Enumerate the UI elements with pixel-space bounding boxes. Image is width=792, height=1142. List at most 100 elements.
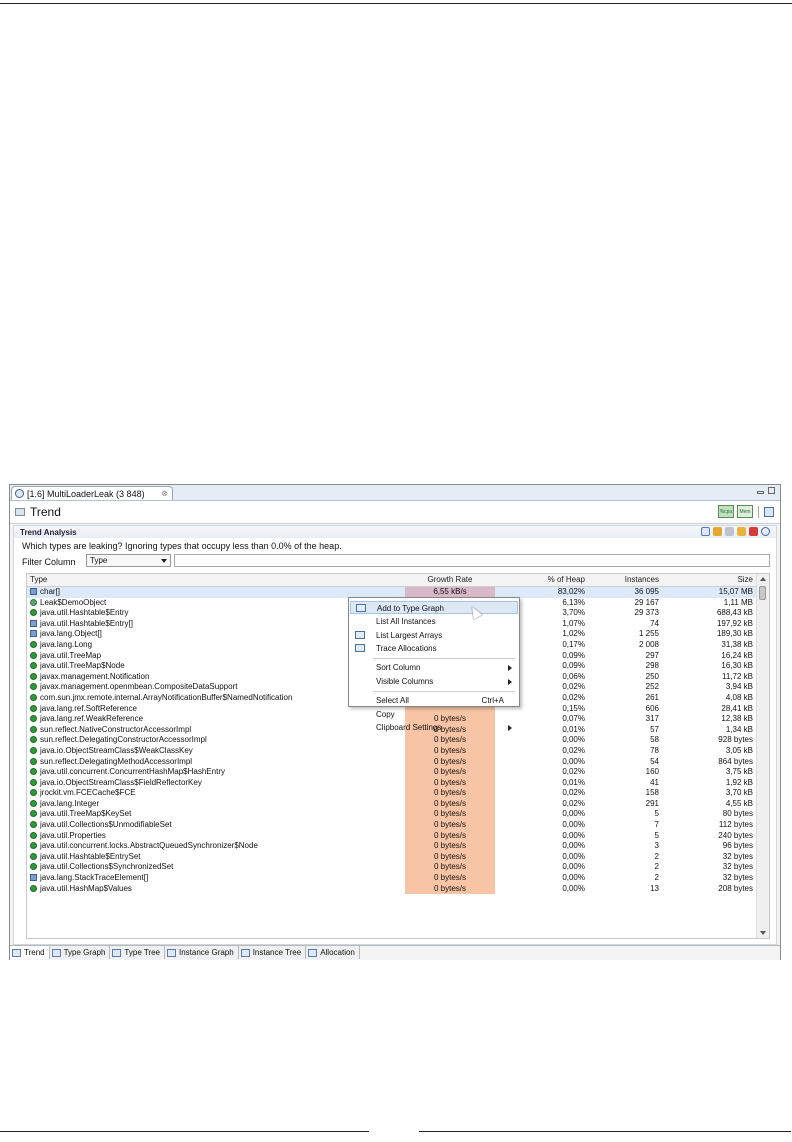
- table-row[interactable]: sun.reflect.DelegatingConstructorAccesso…: [27, 735, 757, 746]
- menu-item-trace-allocations[interactable]: Trace Allocations: [350, 642, 518, 655]
- menu-item-copy[interactable]: Copy: [350, 708, 518, 721]
- play-icon[interactable]: [725, 527, 734, 536]
- instance-tree-icon: [240, 948, 250, 957]
- instances-cell: 41: [650, 777, 659, 787]
- column-header-heap-percent[interactable]: % of Heap: [497, 575, 585, 584]
- bottom-tab-bar: Trend Type Graph Type Tree Instance Graph In…: [10, 945, 780, 960]
- class-type-icon: [30, 598, 37, 606]
- heap-percent-cell: 0,02%: [562, 745, 585, 755]
- table-row[interactable]: java.util.Collections$SynchronizedSet 0 b…: [27, 862, 757, 874]
- class-type-icon: [30, 704, 37, 712]
- menu-item-clipboard-settings[interactable]: Clipboard Settings: [350, 721, 518, 734]
- heap-percent-cell: 0,00%: [562, 756, 585, 766]
- instances-cell: 252: [645, 682, 659, 692]
- filter-column-label: Filter Column: [22, 557, 76, 567]
- instances-cell: 57: [650, 724, 659, 734]
- page-title: Trend: [30, 505, 61, 519]
- table-row[interactable]: char[] 6,55 kB/s 83,02% 36 095 15,07 MB: [27, 587, 757, 598]
- help-icon[interactable]: [761, 527, 770, 536]
- type-cell: java.lang.StackTraceElement[]: [30, 873, 148, 884]
- instances-cell: 36 095: [634, 587, 659, 596]
- type-name: java.util.Collections$SynchronizedSet: [40, 862, 174, 872]
- menu-separator: [373, 690, 515, 692]
- size-cell: 16,24 kB: [721, 650, 753, 660]
- column-header-instances[interactable]: Instances: [587, 575, 659, 584]
- menu-item-sort-column[interactable]: Sort Column: [350, 661, 518, 674]
- tab-instance-graph[interactable]: Instance Graph: [165, 946, 239, 959]
- column-header-type[interactable]: Type: [30, 575, 47, 584]
- type-name: Leak$DemoObject: [40, 597, 107, 607]
- stop-icon[interactable]: [749, 527, 758, 536]
- filter-column-select[interactable]: Type: [86, 554, 171, 567]
- column-header-size[interactable]: Size: [667, 575, 753, 584]
- tab-allocation[interactable]: Allocation: [306, 946, 360, 959]
- instances-cell: 298: [645, 661, 659, 671]
- refresh-icon[interactable]: [713, 527, 722, 536]
- type-cell: java.lang.ref.WeakReference: [30, 714, 143, 725]
- instances-cell: 29 373: [634, 608, 659, 618]
- scroll-thumb[interactable]: [759, 586, 766, 600]
- type-cell: jrockit.vm.FCECache$FCE: [30, 788, 136, 799]
- maximize-icon[interactable]: [768, 487, 775, 494]
- editor-tab[interactable]: [1.6] MultiLoaderLeak (3 848) ⊗: [11, 486, 173, 500]
- class-type-icon: [30, 799, 37, 807]
- instances-cell: 250: [645, 671, 659, 681]
- table-row[interactable]: java.lang.Integer 0 bytes/s 0,02% 291 4,55 k…: [27, 798, 757, 810]
- type-cell: com.sun.jmx.remote.internal.ArrayNotific…: [30, 693, 292, 704]
- type-cell: java.util.TreeMap$KeySet: [30, 809, 131, 820]
- instances-cell: 13: [650, 883, 659, 893]
- table-row[interactable]: java.util.Hashtable$EntrySet 0 bytes/s 0,0…: [27, 851, 757, 863]
- heap-percent-cell: 0,00%: [562, 830, 585, 840]
- table-row[interactable]: java.util.Properties 0 bytes/s 0,00% 5 240 b…: [27, 830, 757, 842]
- scroll-down-icon[interactable]: [760, 931, 766, 935]
- class-type-icon: [30, 789, 37, 797]
- type-name: java.util.Properties: [40, 830, 106, 840]
- class-type-icon: [30, 672, 37, 680]
- size-cell: 16,30 kB: [721, 661, 753, 671]
- heap-toggle-button[interactable]: [764, 506, 774, 517]
- menu-item-add-to-type-graph[interactable]: Add to Type Graph: [350, 601, 518, 614]
- table-row[interactable]: java.util.Collections$UnmodifiableSet 0 b…: [27, 820, 757, 831]
- tab-type-graph[interactable]: Type Graph: [49, 946, 111, 959]
- scroll-up-icon[interactable]: [760, 577, 766, 581]
- minimize-icon[interactable]: [757, 491, 764, 494]
- pause-icon[interactable]: [737, 527, 746, 536]
- menu-item-label: Trace Allocations: [376, 644, 437, 654]
- table-view-icon[interactable]: [701, 527, 710, 536]
- size-cell: 31,38 kB: [721, 639, 753, 649]
- table-row[interactable]: java.util.TreeMap$KeySet 0 bytes/s 0,00% 5 8…: [27, 809, 757, 821]
- table-row[interactable]: java.lang.StackTraceElement[] 0 bytes/s 0,…: [27, 873, 757, 884]
- type-cell: java.util.Collections$SynchronizedSet: [30, 862, 173, 873]
- close-tab-icon[interactable]: ⊗: [161, 489, 168, 498]
- class-type-icon: [30, 768, 37, 776]
- vertical-scrollbar[interactable]: [756, 574, 769, 938]
- table-row[interactable]: java.util.HashMap$Values 0 bytes/s 0,00% 13…: [27, 883, 757, 895]
- type-cell: java.lang.Object[]: [30, 629, 102, 640]
- table-row[interactable]: java.io.ObjectStreamClass$FieldReflector…: [27, 777, 757, 789]
- table-row[interactable]: java.io.ObjectStreamClass$WeakClassKey 0 …: [27, 745, 757, 757]
- table-row[interactable]: java.util.concurrent.ConcurrentHashMap$H…: [27, 767, 757, 778]
- memory-toggle-button[interactable]: Mem: [737, 505, 753, 518]
- menu-item-list-all-instances[interactable]: List All Instances: [350, 615, 518, 628]
- column-header-growth-rate[interactable]: Growth Rate: [405, 575, 495, 584]
- type-cell: Leak$DemoObject: [30, 598, 106, 609]
- type-name: java.util.Hashtable$Entry: [40, 608, 129, 618]
- filter-text-input[interactable]: [174, 554, 770, 567]
- menu-item-select-all[interactable]: Select All Ctrl+A: [350, 694, 518, 707]
- menu-item-visible-columns[interactable]: Visible Columns: [350, 675, 518, 688]
- submenu-arrow-icon: [508, 679, 512, 685]
- menu-item-list-largest-arrays[interactable]: List Largest Arrays: [350, 629, 518, 642]
- cpu-toggle-button[interactable]: %cpu: [718, 505, 734, 518]
- size-cell: 3,94 kB: [725, 682, 753, 692]
- table-row[interactable]: java.util.concurrent.locks.AbstractQueue…: [27, 841, 757, 852]
- tab-trend[interactable]: Trend: [10, 946, 50, 959]
- tab-label: Instance Tree: [252, 948, 302, 957]
- growth-rate-cell: 0 bytes/s: [405, 820, 495, 831]
- size-cell: 3,70 kB: [725, 788, 753, 798]
- type-cell: java.util.TreeMap: [30, 651, 101, 662]
- trend-icon: [12, 948, 21, 957]
- tab-type-tree[interactable]: Type Tree: [110, 946, 165, 959]
- table-row[interactable]: sun.reflect.DelegatingMethodAccessorImpl…: [27, 756, 757, 768]
- tab-instance-tree[interactable]: Instance Tree: [238, 946, 307, 959]
- table-row[interactable]: jrockit.vm.FCECache$FCE 0 bytes/s 0,02% 158…: [27, 788, 757, 799]
